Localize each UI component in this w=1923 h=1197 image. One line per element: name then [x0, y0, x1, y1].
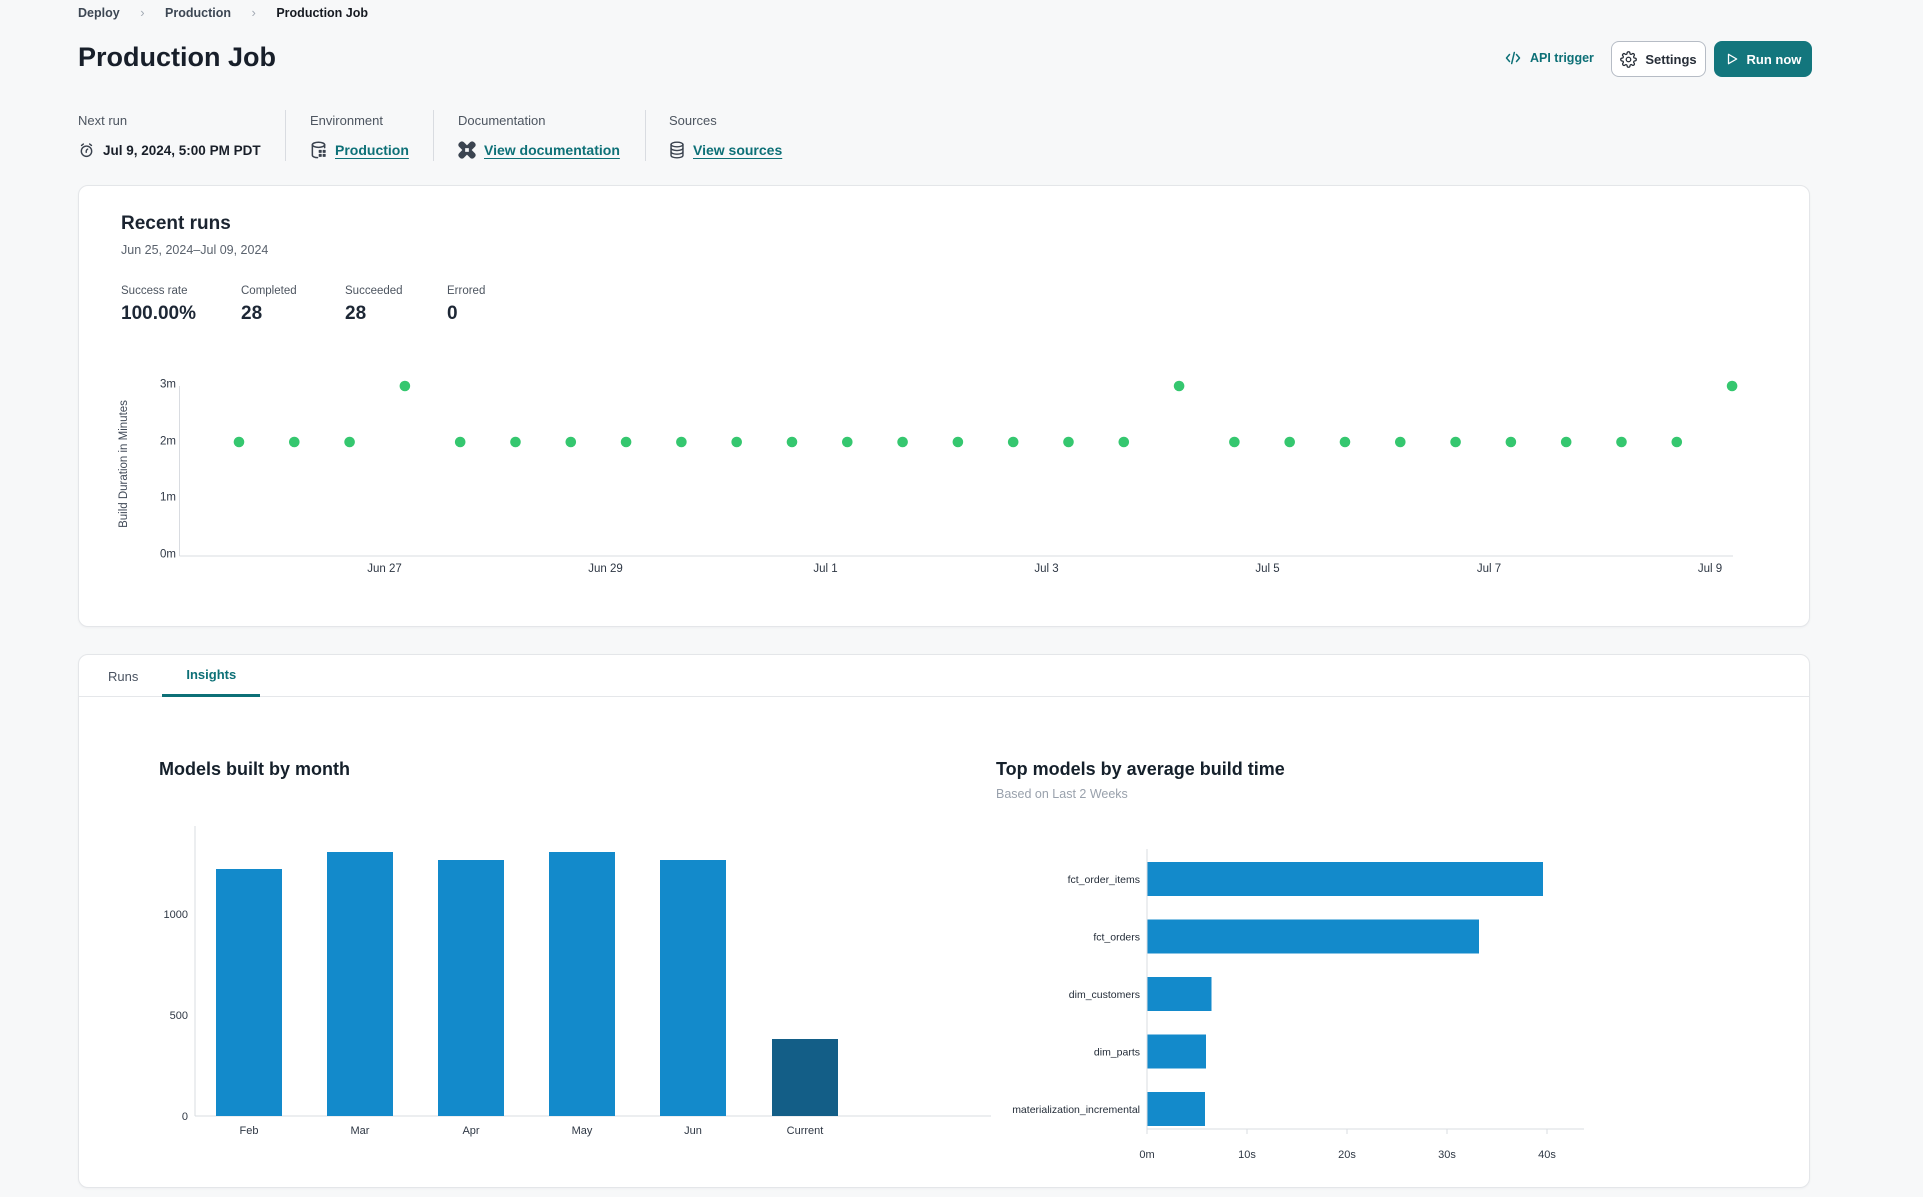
svg-text:Build Duration in Minutes: Build Duration in Minutes — [118, 400, 130, 528]
svg-text:Jun 27: Jun 27 — [367, 563, 402, 575]
svg-text:fct_order_items: fct_order_items — [1068, 874, 1140, 886]
svg-text:0: 0 — [182, 1111, 188, 1123]
svg-text:2m: 2m — [160, 436, 176, 448]
svg-text:Jul 3: Jul 3 — [1034, 563, 1058, 575]
svg-text:500: 500 — [170, 1010, 188, 1022]
svg-text:0m: 0m — [160, 549, 176, 561]
svg-text:Jul 1: Jul 1 — [813, 563, 837, 575]
svg-text:1m: 1m — [160, 492, 176, 504]
svg-text:materialization_incremental: materialization_incremental — [1012, 1104, 1140, 1116]
svg-text:10s: 10s — [1238, 1149, 1256, 1161]
svg-text:Mar: Mar — [351, 1125, 370, 1137]
svg-text:Jun 29: Jun 29 — [588, 563, 623, 575]
svg-text:fct_orders: fct_orders — [1093, 932, 1140, 944]
svg-text:Jun: Jun — [684, 1125, 702, 1137]
svg-text:Apr: Apr — [462, 1125, 479, 1137]
svg-text:1000: 1000 — [164, 909, 188, 921]
svg-text:dim_customers: dim_customers — [1069, 989, 1140, 1001]
svg-text:Jul 9: Jul 9 — [1698, 563, 1722, 575]
svg-text:3m: 3m — [160, 379, 176, 391]
svg-text:May: May — [572, 1125, 593, 1137]
svg-text:20s: 20s — [1338, 1149, 1356, 1161]
svg-text:30s: 30s — [1438, 1149, 1456, 1161]
svg-text:Current: Current — [787, 1125, 824, 1137]
svg-text:Jul 5: Jul 5 — [1255, 563, 1279, 575]
svg-text:40s: 40s — [1538, 1149, 1556, 1161]
svg-text:Jul 7: Jul 7 — [1477, 563, 1501, 575]
svg-text:dim_parts: dim_parts — [1094, 1047, 1140, 1059]
svg-text:0m: 0m — [1139, 1149, 1154, 1161]
svg-text:Feb: Feb — [240, 1125, 259, 1137]
